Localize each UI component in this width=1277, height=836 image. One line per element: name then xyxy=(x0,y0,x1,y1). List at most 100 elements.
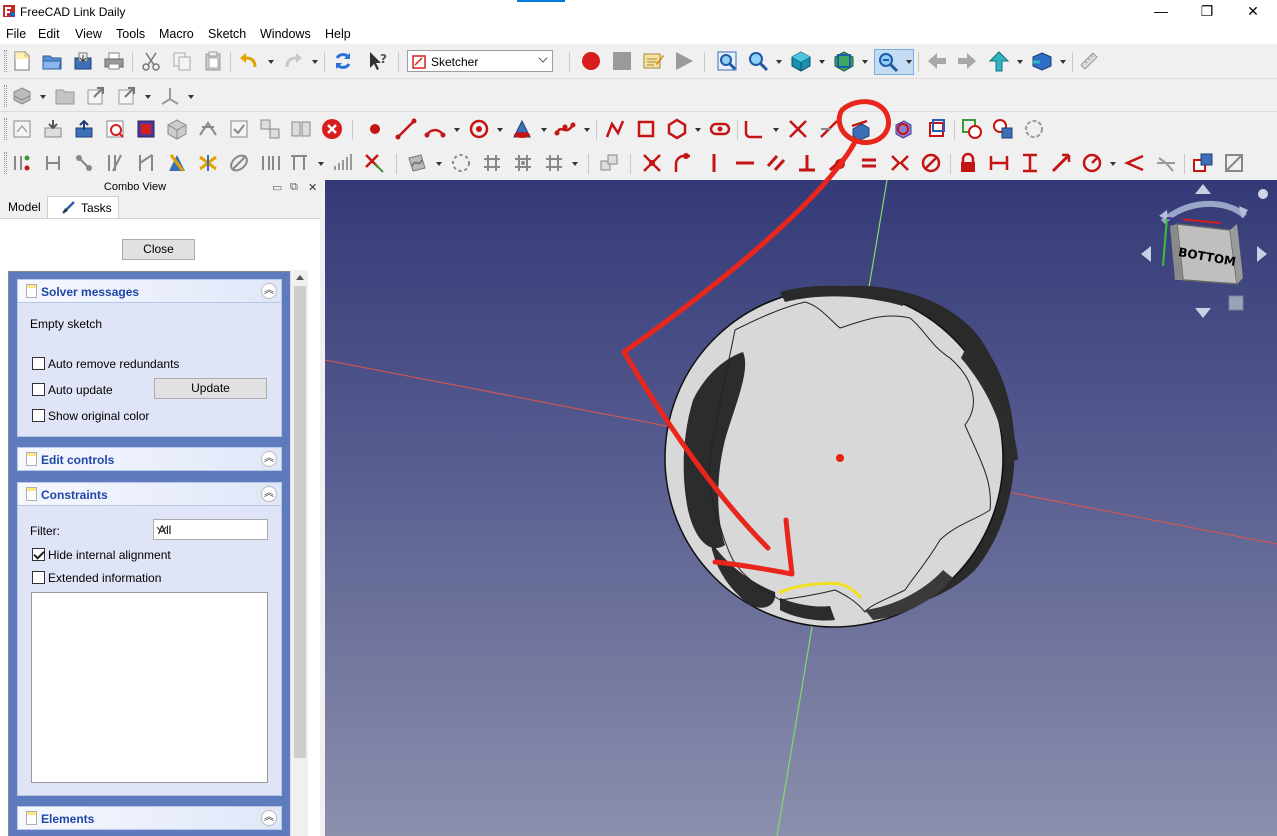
snap-dropdown-icon[interactable] xyxy=(572,162,578,166)
create-arc-icon[interactable] xyxy=(424,118,446,140)
select-vertical-axis-icon[interactable] xyxy=(42,152,64,174)
menu-windows[interactable]: Windows xyxy=(260,27,311,41)
toolbar-handle[interactable] xyxy=(4,50,7,72)
constraint-filter-select[interactable]: All xyxy=(153,519,268,540)
select-constraints-icon[interactable] xyxy=(104,152,126,174)
menu-view[interactable]: View xyxy=(75,27,102,41)
datum-dropdown-icon[interactable] xyxy=(188,95,194,99)
undo-icon[interactable] xyxy=(238,50,260,72)
constraints-header[interactable]: Constraints ︽ xyxy=(17,482,282,506)
bspline-polygon-icon[interactable] xyxy=(450,152,472,174)
menu-macro[interactable]: Macro xyxy=(159,27,194,41)
select-conflicting-icon[interactable] xyxy=(961,118,983,140)
part-icon[interactable] xyxy=(11,85,33,107)
3d-view[interactable]: BOTTOM xyxy=(325,180,1277,836)
fillet-icon[interactable] xyxy=(743,118,765,140)
scrollbar-thumb[interactable] xyxy=(294,286,306,758)
toggle-driving-icon[interactable] xyxy=(1192,152,1214,174)
menu-help[interactable]: Help xyxy=(325,27,351,41)
link-dropdown-icon[interactable] xyxy=(1060,60,1066,64)
view-sketch-icon[interactable] xyxy=(104,118,126,140)
delete-all-geometry-icon[interactable] xyxy=(363,152,385,174)
leave-sketch-icon[interactable] xyxy=(73,118,95,140)
construction-mode-icon[interactable] xyxy=(925,118,947,140)
close-task-button[interactable]: Close xyxy=(122,239,195,260)
snap-options-icon[interactable] xyxy=(543,152,565,174)
collapse-icon[interactable]: ︽ xyxy=(261,486,277,502)
macro-edit-icon[interactable] xyxy=(642,50,664,72)
forward-icon[interactable] xyxy=(956,50,978,72)
print-icon[interactable] xyxy=(103,50,125,72)
group-folder-icon[interactable] xyxy=(54,85,76,107)
constrain-equal-icon[interactable] xyxy=(858,152,880,174)
edit-controls-header[interactable]: Edit controls ︽ xyxy=(17,447,282,471)
copy-icon[interactable] xyxy=(171,50,193,72)
tab-model[interactable]: Model xyxy=(0,196,47,219)
redo-icon[interactable] xyxy=(282,50,304,72)
external-geometry-icon[interactable] xyxy=(849,118,871,140)
trim-icon[interactable] xyxy=(787,118,809,140)
constrain-horizontal-distance-icon[interactable] xyxy=(988,152,1010,174)
draw-style-dropdown-icon[interactable] xyxy=(862,60,868,64)
create-line-icon[interactable] xyxy=(395,118,417,140)
bspline-dropdown-icon[interactable] xyxy=(584,128,590,132)
constrain-angle-icon[interactable] xyxy=(1124,152,1146,174)
symmetric-icon[interactable] xyxy=(228,152,250,174)
grid-icon[interactable] xyxy=(512,152,534,174)
constrain-perpendicular-icon[interactable] xyxy=(796,152,818,174)
minimize-button[interactable]: — xyxy=(1138,0,1184,24)
save-document-icon[interactable] xyxy=(72,50,94,72)
link-actions-icon[interactable] xyxy=(116,85,138,107)
arc-dropdown-icon[interactable] xyxy=(454,128,460,132)
constrain-tangent-icon[interactable] xyxy=(827,152,849,174)
elements-header[interactable]: Elements ︽ xyxy=(17,806,282,830)
select-origin-icon[interactable] xyxy=(11,152,33,174)
whats-this-icon[interactable]: ? xyxy=(367,50,389,72)
select-conflicts-icon[interactable] xyxy=(166,152,188,174)
part-dropdown-icon[interactable] xyxy=(40,95,46,99)
create-conic-icon[interactable] xyxy=(511,118,533,140)
clone-icon[interactable] xyxy=(259,152,281,174)
menu-sketch[interactable]: Sketch xyxy=(208,27,246,41)
extended-information-checkbox[interactable] xyxy=(32,571,45,584)
collapse-icon[interactable]: ︽ xyxy=(261,810,277,826)
task-panel-scrollbar[interactable] xyxy=(290,270,308,836)
bspline-degree-icon[interactable] xyxy=(406,152,428,174)
constrain-lock-icon[interactable] xyxy=(957,152,979,174)
conic-dropdown-icon[interactable] xyxy=(541,128,547,132)
std-view-up-icon[interactable] xyxy=(988,50,1010,72)
macro-record-icon[interactable] xyxy=(580,50,602,72)
select-elements-icon[interactable] xyxy=(135,152,157,174)
new-sketch-icon[interactable] xyxy=(11,118,33,140)
draw-style-icon[interactable] xyxy=(833,50,855,72)
menu-edit[interactable]: Edit xyxy=(38,27,60,41)
tab-tasks[interactable]: Tasks xyxy=(47,196,119,219)
constrain-symmetric-icon[interactable] xyxy=(889,152,911,174)
auto-update-checkbox[interactable] xyxy=(32,383,45,396)
auto-remove-redundants-checkbox[interactable] xyxy=(32,357,45,370)
select-horizontal-axis-icon[interactable] xyxy=(73,152,95,174)
fillet-dropdown-icon[interactable] xyxy=(773,128,779,132)
open-document-icon[interactable] xyxy=(41,50,63,72)
constrain-coincident-icon[interactable] xyxy=(641,152,663,174)
menu-file[interactable]: File xyxy=(6,27,26,41)
collapse-icon[interactable]: ︽ xyxy=(261,283,277,299)
radius-dropdown-icon[interactable] xyxy=(1110,162,1116,166)
constrain-horizontal-icon[interactable] xyxy=(734,152,756,174)
hide-internal-alignment-checkbox[interactable] xyxy=(32,548,45,561)
toggle-active-icon[interactable] xyxy=(1223,152,1245,174)
cut-icon[interactable] xyxy=(140,50,162,72)
dock-undock-icon[interactable]: ⧉ xyxy=(290,181,298,194)
undo-dropdown-icon[interactable] xyxy=(268,60,274,64)
constrain-radius-icon[interactable] xyxy=(1081,152,1103,174)
extend-icon[interactable] xyxy=(818,118,840,140)
view-dropdown-icon[interactable] xyxy=(819,60,825,64)
select-redundant-icon[interactable] xyxy=(992,118,1014,140)
rectangular-array-icon[interactable] xyxy=(332,152,354,174)
polygon-dropdown-icon[interactable] xyxy=(695,128,701,132)
create-polyline-icon[interactable] xyxy=(604,118,626,140)
carbon-copy-icon[interactable] xyxy=(892,118,914,140)
solver-messages-header[interactable]: Solver messages ︽ xyxy=(17,279,282,303)
macro-stop-icon[interactable] xyxy=(611,50,633,72)
constrain-vertical-icon[interactable] xyxy=(703,152,725,174)
